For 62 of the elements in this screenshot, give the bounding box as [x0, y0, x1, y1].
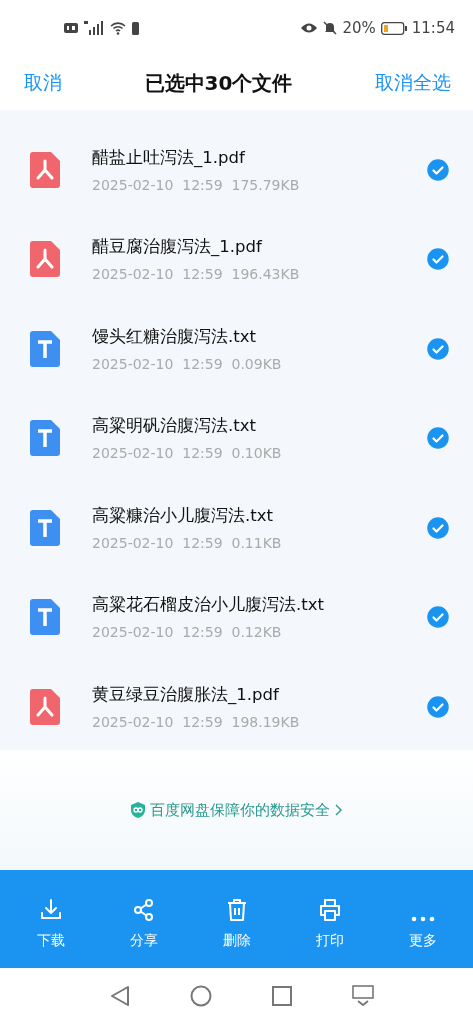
download-button[interactable]: 下载	[15, 888, 86, 950]
page-title: 已选中30个文件	[144, 69, 293, 97]
recents-icon[interactable]	[271, 986, 292, 1006]
checked-checkbox[interactable]	[427, 337, 449, 360]
file-row[interactable]: 高粱花石榴皮治小儿腹泻法.txt 2025-02-10 12:59 0.12KB	[0, 572, 473, 662]
file-name: 黄豆绿豆治腹胀法_1.pdf	[92, 683, 280, 706]
text-file-icon	[30, 420, 60, 457]
back-icon[interactable]	[109, 985, 130, 1007]
wifi-icon	[110, 21, 126, 35]
file-name: 醋盐止吐泻法_1.pdf	[92, 146, 246, 169]
checked-checkbox[interactable]	[427, 516, 449, 539]
home-icon[interactable]	[189, 985, 212, 1007]
file-row[interactable]: 高粱糠治小儿腹泻法.txt 2025-02-10 12:59 0.11KB	[0, 483, 473, 573]
pdf-file-icon	[30, 151, 60, 188]
file-meta: 2025-02-10 12:59 196.43KB	[92, 266, 301, 283]
clock: 11:54	[411, 19, 455, 37]
download-icon	[38, 898, 63, 922]
shield-icon	[131, 802, 145, 818]
checked-checkbox[interactable]	[427, 427, 449, 450]
pdf-file-icon	[30, 241, 60, 278]
file-row[interactable]: 馒头红糖治腹泻法.txt 2025-02-10 12:59 0.09KB	[0, 304, 473, 394]
more-icon	[410, 916, 435, 922]
more-button[interactable]: 更多	[387, 888, 458, 950]
checked-checkbox[interactable]	[427, 248, 449, 271]
share-button[interactable]: 分享	[108, 888, 179, 950]
file-name: 馒头红糖治腹泻法.txt	[92, 325, 257, 348]
text-file-icon	[30, 509, 60, 546]
battery-percent: 20%	[342, 19, 376, 37]
file-name: 高粱花石榴皮治小儿腹泻法.txt	[92, 594, 325, 617]
sim-icon	[132, 21, 139, 35]
text-file-icon	[30, 330, 60, 367]
deselect-all-button[interactable]: 取消全选	[375, 70, 451, 96]
pdf-file-icon	[30, 688, 60, 725]
file-name: 高粱明矾治腹泻法.txt	[92, 415, 257, 438]
printer-icon	[317, 898, 342, 922]
eye-icon	[300, 22, 319, 34]
battery-icon	[380, 21, 407, 35]
checked-checkbox[interactable]	[427, 158, 449, 181]
file-meta: 2025-02-10 12:59 198.19KB	[92, 713, 301, 730]
chevron-right-icon	[335, 804, 342, 816]
text-file-icon	[30, 599, 60, 636]
file-row[interactable]: 醋盐止吐泻法_1.pdf 2025-02-10 12:59 175.79KB	[0, 125, 473, 215]
file-meta: 2025-02-10 12:59 175.79KB	[92, 176, 301, 193]
file-meta: 2025-02-10 12:59 0.11KB	[92, 534, 283, 551]
checked-checkbox[interactable]	[427, 606, 449, 629]
checked-checkbox[interactable]	[427, 695, 449, 718]
print-button[interactable]: 打印	[294, 888, 365, 950]
share-icon	[131, 898, 156, 922]
file-row[interactable]: 醋豆腐治腹泻法_1.pdf 2025-02-10 12:59 196.43KB	[0, 214, 473, 304]
file-meta: 2025-02-10 12:59 0.12KB	[92, 624, 283, 641]
file-meta: 2025-02-10 12:59 0.10KB	[92, 445, 283, 462]
signal-icon	[84, 21, 104, 35]
keyboard-hide-icon[interactable]	[351, 985, 374, 1007]
bell-muted-icon	[323, 21, 338, 35]
file-row[interactable]: 高粱明矾治腹泻法.txt 2025-02-10 12:59 0.10KB	[0, 393, 473, 483]
security-link[interactable]: 百度网盘保障你的数据安全	[131, 800, 342, 820]
cancel-button[interactable]: 取消	[24, 70, 62, 96]
file-meta: 2025-02-10 12:59 0.09KB	[92, 355, 283, 372]
file-name: 醋豆腐治腹泻法_1.pdf	[92, 236, 263, 259]
file-name: 高粱糠治小儿腹泻法.txt	[92, 504, 274, 527]
file-row[interactable]: 黄豆绿豆治腹胀法_1.pdf 2025-02-10 12:59 198.19KB	[0, 662, 473, 752]
delete-button[interactable]: 删除	[201, 888, 272, 950]
